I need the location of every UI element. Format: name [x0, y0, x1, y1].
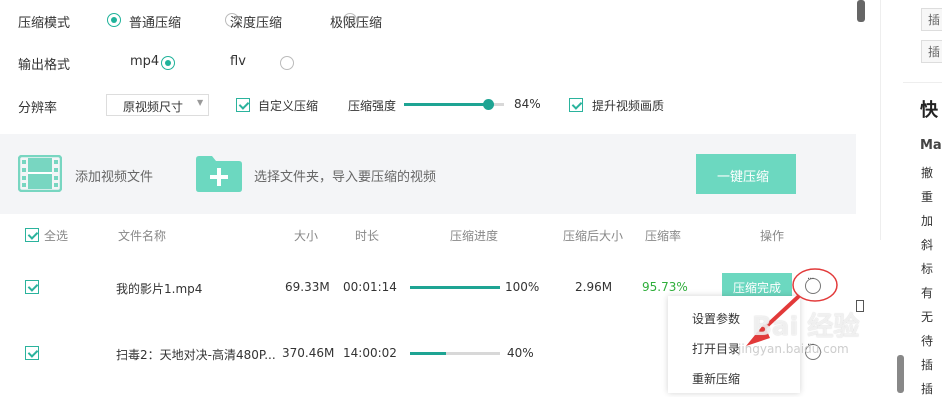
row-file-name: 我的影片1.mp4: [116, 282, 203, 296]
row-size: 69.33M: [285, 280, 330, 294]
header-size: 大小: [294, 229, 319, 243]
sidebar-list-item[interactable]: 撤: [921, 164, 933, 181]
sidebar-scrollbar-thumb[interactable]: [897, 355, 904, 393]
row-file-name: 扫毒2：天地对决-高清480P...: [116, 348, 276, 362]
sidebar-list-item[interactable]: 无: [921, 308, 933, 325]
row-checkbox[interactable]: [25, 280, 39, 294]
strength-slider-handle[interactable]: [483, 99, 494, 110]
strength-slider[interactable]: [404, 99, 504, 110]
strength-value: 84%: [514, 97, 541, 111]
header-progress: 压缩进度: [450, 229, 499, 243]
row-progress-fill: [410, 286, 500, 289]
enhance-quality-checkbox[interactable]: [569, 98, 583, 112]
row-progress-fill: [410, 352, 446, 355]
header-ratio: 压缩率: [645, 229, 682, 243]
row-progress-bar: [410, 352, 500, 355]
sidebar-divider: [880, 0, 881, 240]
menu-item-recompress[interactable]: 重新压缩: [692, 370, 740, 387]
row-progress-text: 100%: [505, 280, 540, 294]
radio-format-flv[interactable]: [279, 56, 294, 70]
radio-normal-compress[interactable]: [107, 13, 121, 27]
main-scrollbar-thumb[interactable]: [857, 0, 865, 22]
sidebar-list-item[interactable]: 待: [921, 332, 933, 349]
sidebar-tag[interactable]: 插: [921, 8, 942, 31]
row-ratio: 95.73%: [642, 280, 688, 294]
resolution-label: 分辨率: [18, 101, 58, 116]
sidebar-heading: 快: [920, 100, 938, 121]
row-duration: 00:01:14: [343, 280, 397, 294]
scroll-indicator-icon: [856, 300, 864, 312]
add-folder-icon[interactable]: [196, 156, 242, 192]
add-video-label[interactable]: 添加视频文件: [75, 166, 153, 185]
custom-compress-label: 自定义压缩: [258, 99, 319, 113]
strength-slider-fill: [404, 103, 488, 106]
row-duration: 14:00:02: [343, 346, 397, 360]
header-action: 操作: [760, 229, 785, 243]
option-flv-label: flv: [230, 54, 246, 69]
option-mp4-label: mp4: [130, 54, 160, 69]
select-all-label: 全选: [44, 229, 69, 243]
sidebar-list-item[interactable]: 加: [921, 212, 933, 229]
sidebar-subheading: Ma: [920, 138, 942, 153]
enhance-quality-label: 提升视频画质: [592, 99, 665, 113]
watermark-logo: Bai 经验: [752, 312, 860, 342]
one-click-compress-label: 一键压缩: [717, 170, 770, 185]
option-normal-compress-label: 普通压缩: [129, 16, 182, 31]
radio-format-mp4[interactable]: [161, 56, 176, 70]
select-all-checkbox[interactable]: [25, 228, 39, 242]
header-name: 文件名称: [118, 229, 167, 243]
sidebar-list-item[interactable]: 插: [921, 356, 933, 373]
sidebar-list-item[interactable]: 有: [921, 284, 933, 301]
sidebar-list-item[interactable]: 重: [921, 188, 933, 205]
compress-mode-label: 压缩模式: [18, 16, 71, 31]
row-size: 370.46M: [282, 346, 335, 360]
one-click-compress-button[interactable]: 一键压缩: [696, 154, 796, 194]
option-deep-compress-label: 深度压缩: [230, 16, 283, 31]
strength-label: 压缩强度: [348, 99, 397, 113]
output-format-label: 输出格式: [18, 58, 71, 73]
select-folder-label[interactable]: 选择文件夹，导入要压缩的视频: [254, 166, 436, 185]
header-duration: 时长: [355, 229, 380, 243]
watermark-url: jingyan.baidu.com: [738, 342, 849, 356]
resolution-select-value: 原视频尺寸: [123, 100, 184, 114]
row-progress-text: 40%: [507, 346, 534, 360]
row-progress-bar: [410, 286, 500, 289]
row-after-size: 2.96M: [575, 280, 613, 294]
resolution-select[interactable]: 原视频尺寸 ▼: [106, 94, 209, 116]
option-extreme-compress-label: 极限压缩: [330, 16, 383, 31]
sidebar-list-item[interactable]: 插: [921, 380, 933, 397]
row-checkbox[interactable]: [25, 346, 39, 360]
header-after-size: 压缩后大小: [563, 229, 624, 243]
sidebar-list-item[interactable]: 斜: [921, 236, 933, 253]
add-video-icon[interactable]: [17, 154, 63, 193]
custom-compress-checkbox[interactable]: [236, 98, 250, 112]
sidebar-tag[interactable]: 插: [921, 40, 942, 63]
chevron-down-icon: ▼: [197, 98, 204, 107]
sidebar-separator: [903, 82, 942, 83]
sidebar-list-item[interactable]: 标: [921, 260, 933, 277]
